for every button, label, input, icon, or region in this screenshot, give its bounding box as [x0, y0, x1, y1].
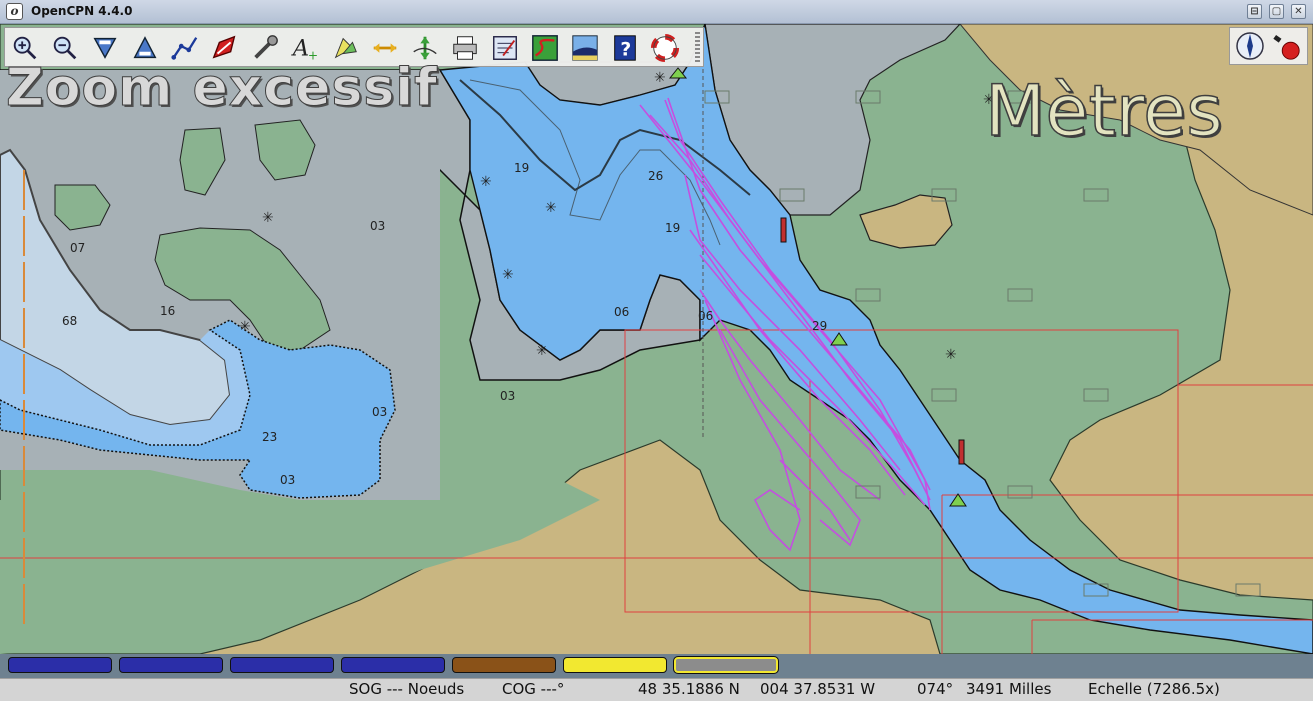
sounding-label: 68 [62, 314, 77, 328]
scale-readout: Echelle (7286.5x) [1088, 680, 1220, 698]
close-button[interactable]: ✕ [1291, 4, 1306, 19]
sounding-label: 06 [614, 305, 629, 319]
mob-icon[interactable] [649, 32, 681, 64]
piano-key-blue[interactable] [341, 657, 445, 673]
window-title: OpenCPN 4.4.0 [31, 4, 133, 18]
compass-icon[interactable] [1234, 30, 1266, 62]
sounding-label: 19 [665, 221, 680, 235]
app-icon: o [6, 3, 23, 20]
piano-key-blue[interactable] [119, 657, 223, 673]
gps-status-icon[interactable] [1270, 30, 1302, 62]
piano-key-brown[interactable] [452, 657, 556, 673]
status-toolbar [1229, 27, 1308, 65]
sounding-label: 23 [262, 430, 277, 444]
sounding-label: 29 [812, 319, 827, 333]
minimize-button[interactable]: ⊟ [1247, 4, 1262, 19]
sog-readout: SOG --- Noeuds [349, 680, 465, 698]
bearing-readout: 074° [917, 680, 954, 698]
print-icon[interactable] [449, 32, 481, 64]
maximize-button[interactable]: ▢ [1269, 4, 1284, 19]
svg-text:?: ? [620, 40, 631, 61]
rock-icon: ✳ [262, 210, 274, 226]
sounding-label: 07 [70, 241, 85, 255]
sounding-label: 19 [514, 161, 529, 175]
sounding-label: 06 [698, 309, 713, 323]
sounding-label: 03 [372, 405, 387, 419]
piano-key-gray[interactable] [673, 656, 779, 674]
color-scheme-icon[interactable] [569, 32, 601, 64]
distance-readout: 3491 Milles [966, 680, 1052, 698]
piano-key-yellow[interactable] [563, 657, 667, 673]
rock-icon: ✳ [239, 319, 251, 335]
zoom-overlay-text: Zoom excessif [6, 58, 438, 118]
rock-icon: ✳ [502, 267, 514, 283]
title-bar: o OpenCPN 4.4.0 ⊟ ▢ ✕ [0, 0, 1313, 24]
chart-piano-bar [0, 654, 1313, 678]
rock-icon: ✳ [536, 343, 548, 359]
toolbar-grip[interactable] [695, 32, 700, 62]
sounding-label: 16 [160, 304, 175, 318]
sounding-label: 03 [500, 389, 515, 403]
latitude-readout: 48 35.1886 N [638, 680, 740, 698]
rock-icon: ✳ [480, 174, 492, 190]
rock-icon: ✳ [654, 70, 666, 86]
sounding-label: 26 [648, 169, 663, 183]
piano-key-blue[interactable] [230, 657, 334, 673]
longitude-readout: 004 37.8531 W [760, 680, 876, 698]
sounding-label: 03 [370, 219, 385, 233]
track-icon[interactable] [529, 32, 561, 64]
sounding-label: 03 [280, 473, 295, 487]
units-overlay-text: Mètres [984, 70, 1223, 152]
rock-icon: ✳ [945, 347, 957, 363]
help-icon[interactable]: ? [609, 32, 641, 64]
piano-key-blue[interactable] [8, 657, 112, 673]
route-manager-icon[interactable] [489, 32, 521, 64]
status-bar: SOG --- Noeuds COG ---° 48 35.1886 N 004… [0, 678, 1313, 701]
rock-icon: ✳ [545, 200, 557, 216]
cog-readout: COG ---° [502, 680, 565, 698]
